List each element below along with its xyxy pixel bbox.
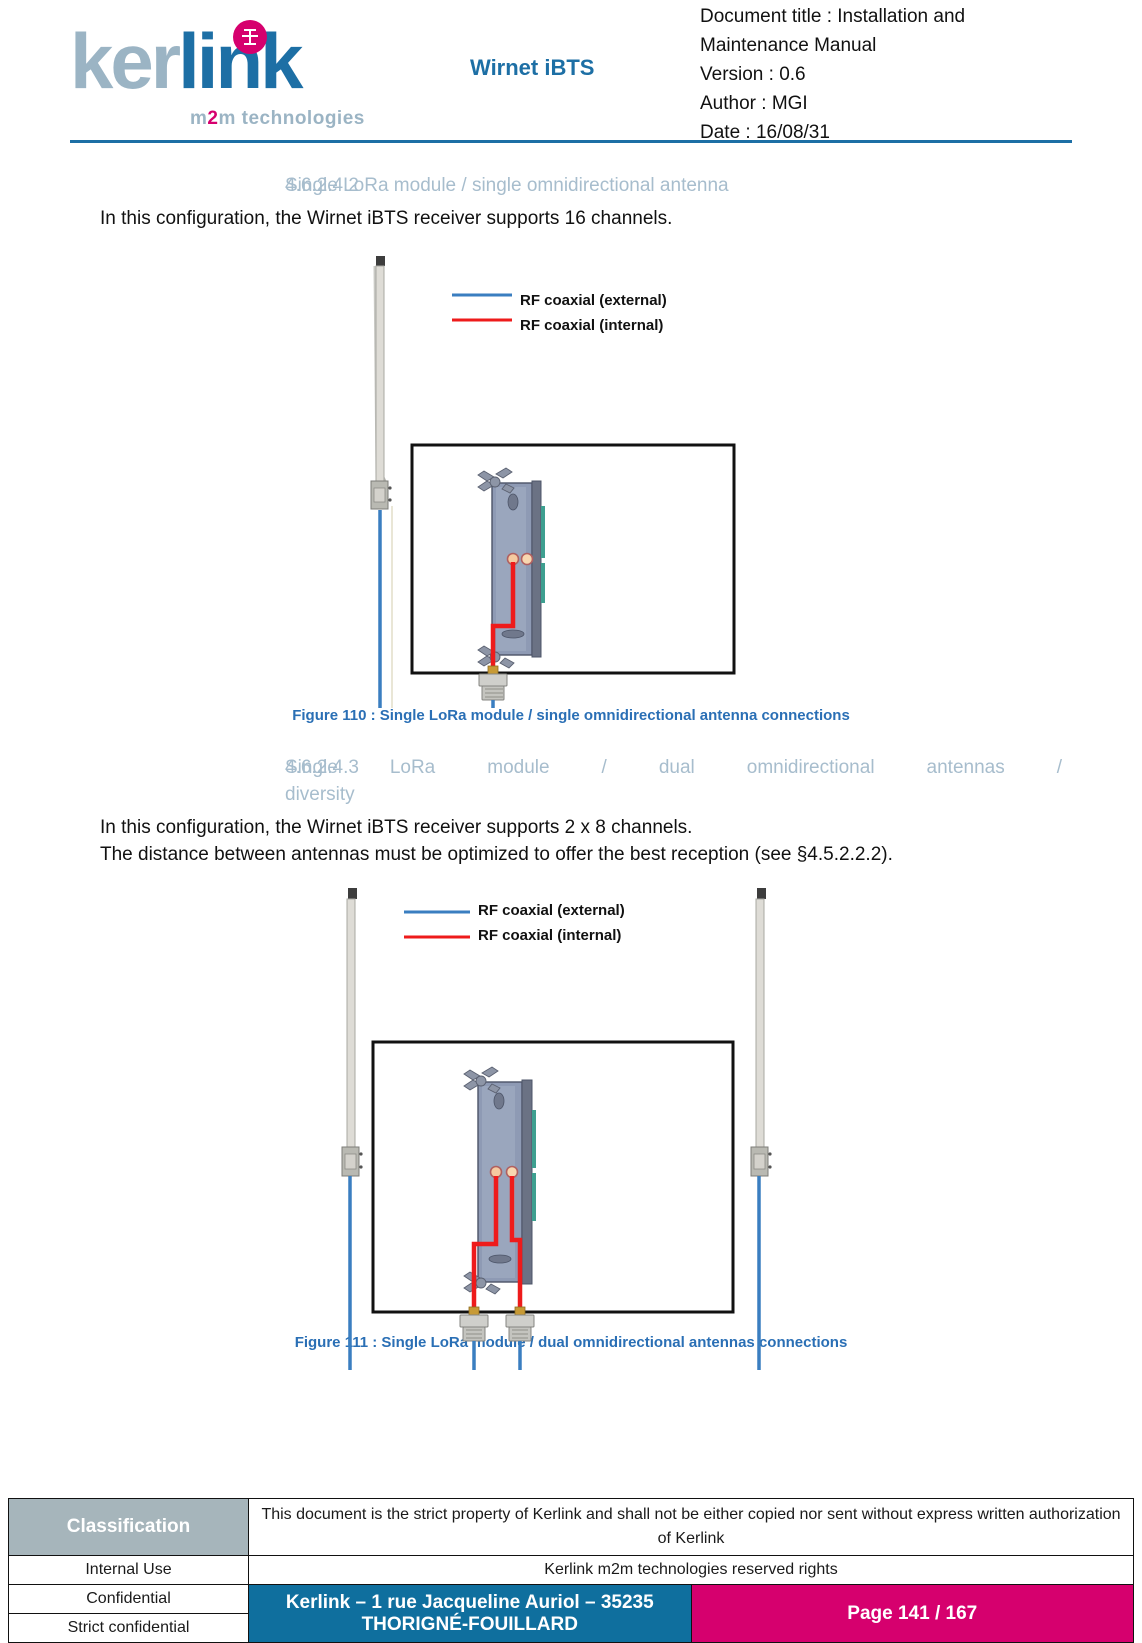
figure-111-legend-labels: RF coaxial (external) RF coaxial (intern… xyxy=(478,900,625,945)
table-row: Confidential Kerlink – 1 rue Jacqueline … xyxy=(8,1584,1134,1643)
doc-title-line1: Document title : Installation and xyxy=(700,6,966,27)
kerlink-logo: kerlink m2m technologies xyxy=(70,8,390,130)
table-row: Classification This document is the stri… xyxy=(8,1498,1134,1556)
legend-item: RF coaxial (internal) xyxy=(478,925,625,945)
page-number: Page 141 / 167 xyxy=(690,1584,1134,1643)
emblem-glyph-icon xyxy=(242,29,258,45)
legend-item: RF coaxial (external) xyxy=(520,290,667,310)
tagline-pre: m xyxy=(190,108,208,129)
legend-item: RF coaxial (external) xyxy=(478,900,625,920)
classification-internal-use: Internal Use xyxy=(8,1555,249,1585)
legend-label-internal: RF coaxial (internal) xyxy=(520,316,664,334)
table-row: Internal Use Kerlink m2m technologies re… xyxy=(8,1555,1134,1585)
page-header: kerlink m2m technologies Wirnet iBTS Doc… xyxy=(0,0,1142,150)
section-4-6-2-4-2: 4.6.2.4.2 Single LoRa module / single om… xyxy=(0,150,1142,726)
section-body-1: In this configuration, the Wirnet iBTS r… xyxy=(100,208,673,229)
product-name: Wirnet iBTS xyxy=(470,55,595,80)
section-body-2: In this configuration, the Wirnet iBTS r… xyxy=(100,817,693,838)
section-number-2: 4.6.2.4.3 xyxy=(285,757,359,778)
section-title-2-cont: diversity xyxy=(285,784,355,805)
section-heading-1: 4.6.2.4.2 Single LoRa module / single om… xyxy=(0,150,1142,199)
doc-version: Version : 0.6 xyxy=(700,64,806,85)
legend-label-external-111: RF coaxial (external) xyxy=(478,901,625,919)
figure-110-legend-labels: RF coaxial (external) RF coaxial (intern… xyxy=(520,290,667,335)
rights-notice: Kerlink m2m technologies reserved rights xyxy=(248,1555,1134,1585)
legend-item: RF coaxial (internal) xyxy=(520,315,667,335)
rf-port-2-111 xyxy=(505,1165,519,1179)
section-heading-2: 4.6.2.4.3 Single LoRa module / dual omni… xyxy=(0,726,1142,781)
classification-strict-confidential: Strict confidential xyxy=(8,1613,249,1643)
section-4-6-2-4-3: 4.6.2.4.3 Single LoRa module / dual omni… xyxy=(0,726,1142,1370)
doc-author: Author : MGI xyxy=(700,93,808,114)
doc-title-line2: Maintenance Manual xyxy=(700,35,877,56)
classification-header: Classification xyxy=(8,1498,249,1556)
classification-confidential: Confidential xyxy=(8,1584,249,1614)
enclosure-box-111 xyxy=(371,1040,735,1314)
omni-antenna-left xyxy=(370,256,392,510)
section-body-2b: The distance between antennas must be op… xyxy=(100,844,893,865)
logo-text-ker: ker xyxy=(70,17,181,105)
header-divider xyxy=(70,140,1072,143)
omni-antenna-left-111 xyxy=(341,888,363,1177)
section-title-1: Single LoRa module / single omnidirectio… xyxy=(285,175,729,196)
figure-111: RF coaxial (external) RF coaxial (intern… xyxy=(0,870,1142,1375)
section-number-1: 4.6.2.4.2 xyxy=(285,175,359,196)
figure-111-diagram xyxy=(341,888,772,1370)
rf-port-2-110 xyxy=(520,552,534,566)
figure-111-legend xyxy=(404,910,470,939)
logo-tagline: m2m technologies xyxy=(190,108,365,130)
omni-antenna-right-111 xyxy=(750,888,772,1177)
section-title-2: Single LoRa module / dual omnidirectiona… xyxy=(285,757,1062,778)
company-address: Kerlink – 1 rue Jacqueline Auriol – 3523… xyxy=(248,1584,692,1643)
kerlink-emblem-icon xyxy=(233,20,267,54)
tagline-two: 2 xyxy=(207,108,219,129)
tagline-post: m technologies xyxy=(218,108,365,129)
rf-port-1-111 xyxy=(489,1165,503,1179)
section-heading-2-line2: diversity xyxy=(0,781,1142,808)
legal-notice: This document is the strict property of … xyxy=(248,1498,1134,1556)
figure-110: RF coaxial (external) RF coaxial (intern… xyxy=(0,238,1142,718)
legend-label-internal-111: RF coaxial (internal) xyxy=(478,926,622,944)
page-footer: Classification This document is the stri… xyxy=(8,1498,1134,1643)
legend-label-external: RF coaxial (external) xyxy=(520,291,667,309)
footer-table: Classification This document is the stri… xyxy=(8,1498,1134,1643)
figure-110-legend xyxy=(452,293,512,322)
document-metadata: Document title : Installation and Mainte… xyxy=(700,2,965,147)
enclosure-box-110 xyxy=(410,443,736,675)
